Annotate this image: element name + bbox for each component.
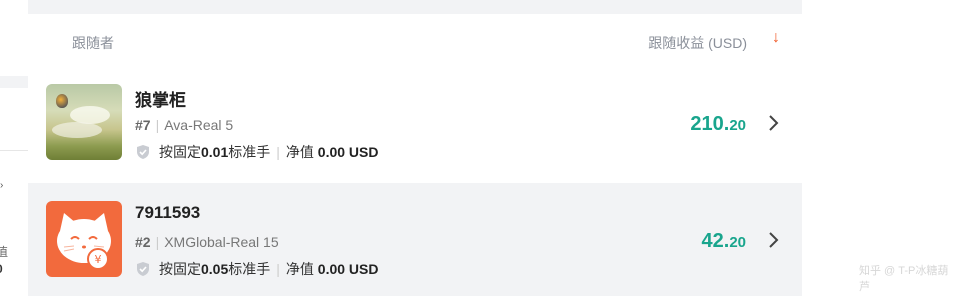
mode-label: 按固定 <box>159 144 201 160</box>
separator: | <box>276 144 280 160</box>
avatar <box>46 84 122 160</box>
follower-name: 7911593 <box>135 203 201 222</box>
chevron-right-icon[interactable] <box>764 229 782 251</box>
follower-row[interactable]: ¥ 7911593 #2 | XMGlobal-Real 15 按固定 0.05 标… <box>28 183 802 296</box>
watermark: 知乎 @ T-P冰糖葫芦 <box>859 265 949 293</box>
profit-integer: 42. <box>701 230 730 252</box>
follower-row[interactable]: 狼掌柜 #7 | Ava-Real 5 按固定 0.01 标准手 | 净值 0.00… <box>28 66 802 184</box>
followers-panel: 跟随者 跟随收益 (USD) ↓ 狼掌柜 #7 | Ava-Real 5 按固定 0… <box>28 0 802 296</box>
svg-text:¥: ¥ <box>95 253 102 266</box>
sort-desc-icon[interactable]: ↓ <box>772 29 780 47</box>
follower-name: 狼掌柜 <box>135 91 186 110</box>
follower-profit: 210.20 <box>690 113 746 136</box>
equity-label: 净值 <box>285 144 314 160</box>
follower-rank: #2 <box>135 234 151 250</box>
follower-meta: #7 | Ava-Real 5 <box>135 117 233 133</box>
shield-check-icon <box>137 262 149 276</box>
follower-meta: #2 | XMGlobal-Real 15 <box>135 234 279 250</box>
chevron-right-icon[interactable] <box>764 112 782 134</box>
lot-unit: 标准手 <box>228 261 271 277</box>
profit-decimal: 20 <box>729 234 746 251</box>
sidebar-arrow-icon[interactable]: › <box>0 180 3 191</box>
follow-spec: 按固定 0.01 标准手 | 净值 0.00 USD <box>135 142 378 162</box>
panel-top-band <box>28 0 802 14</box>
sidebar-separator <box>0 76 28 88</box>
follow-spec: 按固定 0.05 标准手 | 净值 0.00 USD <box>135 259 378 279</box>
lot-value: 0.01 <box>201 144 229 160</box>
avatar-cloud <box>52 122 102 138</box>
profit-integer: 210. <box>690 113 730 135</box>
lot-value: 0.05 <box>201 261 229 277</box>
separator: | <box>155 117 160 133</box>
profit-column-header[interactable]: 跟随收益 (USD) <box>648 33 747 53</box>
equity-value: 0.00 USD <box>317 144 379 160</box>
follower-account: XMGlobal-Real 15 <box>164 234 279 250</box>
avatar: ¥ <box>46 201 122 277</box>
equity-label: 净值 <box>285 261 314 277</box>
list-header: 跟随者 跟随收益 (USD) ↓ <box>28 14 802 70</box>
sidebar-divider <box>0 150 28 151</box>
lot-unit: 标准手 <box>228 144 271 160</box>
separator: | <box>155 234 160 250</box>
left-sidebar-fragment: › 值 0 <box>0 0 28 296</box>
profit-decimal: 20 <box>729 117 746 134</box>
follower-rank: #7 <box>135 117 151 133</box>
shield-check-icon <box>137 145 149 159</box>
follower-account: Ava-Real 5 <box>164 117 234 133</box>
mode-label: 按固定 <box>159 261 201 277</box>
equity-value: 0.00 USD <box>317 261 379 277</box>
sidebar-cut-value: 0 <box>0 262 3 276</box>
follower-column-header: 跟随者 <box>72 35 114 51</box>
lucky-cat-icon: ¥ <box>57 213 111 270</box>
separator: | <box>276 261 280 277</box>
sidebar-cut-text: 值 <box>0 245 9 259</box>
balloon-icon <box>56 94 68 108</box>
follower-profit: 42.20 <box>702 230 747 253</box>
